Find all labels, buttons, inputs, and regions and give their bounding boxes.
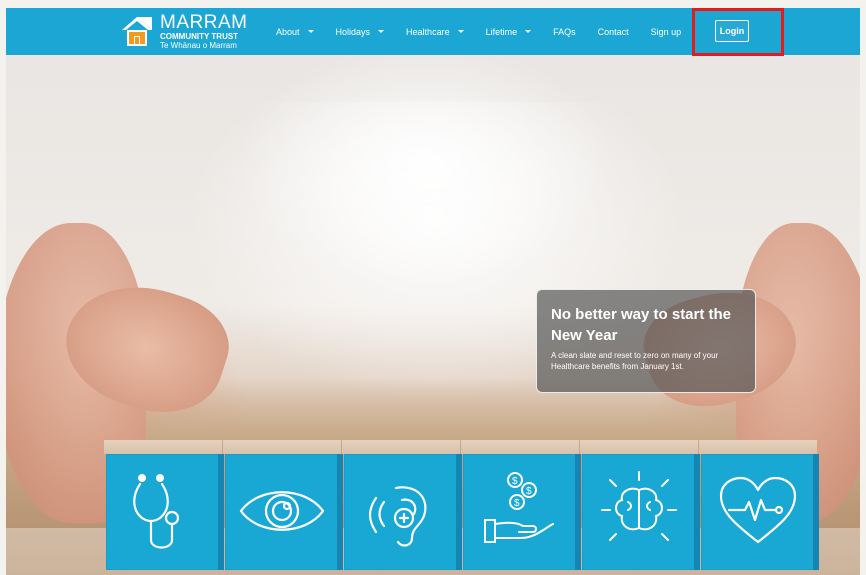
svg-text:$: $ [514, 498, 520, 509]
eye-icon [239, 491, 325, 531]
cube-face [106, 454, 220, 570]
nav-item-label: FAQs [553, 26, 576, 37]
site-logo[interactable]: MARRAM COMMUNITY TRUST Te Whānau o Marra… [120, 10, 247, 52]
brand-tagline: Te Whānau o Marram [160, 40, 237, 50]
cube-money: $ $ $ [461, 440, 581, 573]
nav-item-label: Sign up [650, 26, 682, 37]
nav-item-lifetime[interactable]: Lifetime [486, 27, 532, 37]
cube-face [701, 454, 815, 570]
nav-item-faqs[interactable]: FAQs [553, 27, 576, 37]
cube-top [104, 440, 222, 454]
nav-item-contact[interactable]: Contact [598, 27, 629, 37]
nav-item-label: Contact [597, 26, 629, 37]
cube-face [225, 454, 339, 570]
stethoscope-icon [133, 474, 180, 549]
brain-icon [601, 471, 677, 541]
login-button[interactable]: Login [715, 20, 749, 42]
cube-top [461, 440, 579, 454]
cube-top [342, 440, 460, 454]
nav-item-label: Holidays [335, 26, 371, 37]
cube-ear [342, 440, 462, 573]
cube-heart [699, 440, 819, 573]
logo-text: MARRAM COMMUNITY TRUST Te Whānau o Marra… [160, 13, 247, 50]
svg-text:$: $ [512, 476, 518, 487]
promo-body: A clean slate and reset to zero on many … [551, 351, 719, 371]
cube-face: $ $ $ [463, 454, 577, 570]
cube-top [699, 440, 817, 454]
promo-card[interactable]: No better way to start the New Year A cl… [536, 289, 756, 393]
main-menu: About Holidays Healthcare Lifetime FAQs … [276, 8, 703, 55]
nav-item-label: Healthcare [406, 26, 450, 37]
brand-name: MARRAM [160, 11, 248, 33]
cube-brain [580, 440, 700, 573]
browser-viewport: MARRAM COMMUNITY TRUST Te Whānau o Marra… [6, 8, 860, 575]
nav-item-about[interactable]: About [276, 27, 314, 37]
cube-face [582, 454, 696, 570]
cube-top [580, 440, 698, 454]
nav-item-holidays[interactable]: Holidays [336, 27, 385, 37]
svg-text:$: $ [526, 486, 532, 497]
brand-subtitle: COMMUNITY TRUST [160, 31, 239, 41]
chevron-down-icon [525, 30, 532, 33]
top-navigation-bar: MARRAM COMMUNITY TRUST Te Whānau o Marra… [6, 8, 860, 55]
chevron-down-icon [307, 30, 314, 33]
cube-top [223, 440, 341, 454]
ear-icon [368, 486, 427, 547]
cube-side [813, 454, 819, 570]
chevron-down-icon [378, 30, 385, 33]
nav-item-label: About [276, 26, 300, 37]
chevron-down-icon [457, 30, 464, 33]
promo-heading: No better way to start the New Year [551, 306, 732, 344]
money-hand-icon: $ $ $ [484, 472, 554, 543]
nav-item-label: Lifetime [485, 26, 518, 37]
cube-stethoscope [104, 440, 224, 573]
nav-item-sign-up[interactable]: Sign up [651, 27, 682, 37]
nav-item-healthcare[interactable]: Healthcare [406, 27, 464, 37]
cube-eye [223, 440, 343, 573]
heart-pulse-icon [719, 476, 797, 544]
cube-face [344, 454, 458, 570]
house-logo-icon [120, 14, 154, 48]
